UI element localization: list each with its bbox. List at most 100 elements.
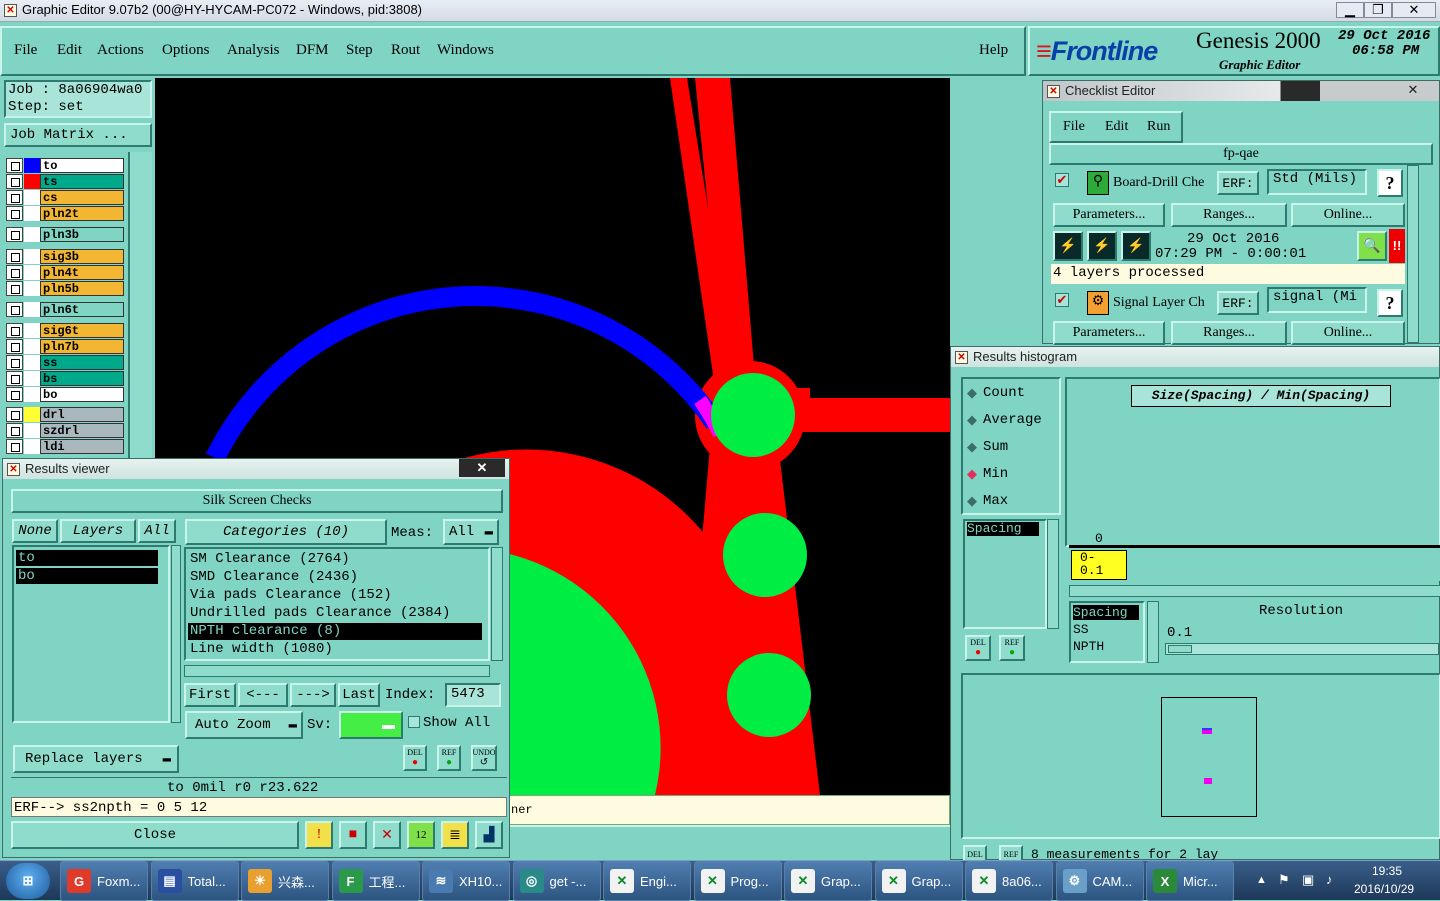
radio-diamond-icon[interactable]: ◆ [967, 412, 977, 428]
layer-checkbox[interactable] [6, 206, 23, 221]
menu-edit[interactable]: Edit [57, 42, 82, 59]
warning-icon[interactable]: ! [305, 821, 333, 849]
prev-button[interactable]: <--- [238, 683, 288, 707]
layer-name[interactable]: pln4t [40, 265, 124, 280]
run-all-icon[interactable]: ⚡ [1087, 231, 1117, 261]
auto-zoom-dropdown[interactable]: Auto Zoom ▬ [185, 711, 303, 739]
result-layer-item[interactable]: bo [16, 568, 158, 584]
layer-scrollbar[interactable] [128, 152, 152, 458]
item2-parameters-button[interactable]: Parameters... [1053, 321, 1165, 345]
radio-diamond-icon[interactable]: ◆ [967, 466, 977, 482]
layer-row[interactable]: pln6t [6, 302, 124, 317]
taskbar-item[interactable]: ✕ 8a06... [965, 861, 1053, 901]
taskbar-item[interactable]: ≋ XH10... [422, 861, 510, 901]
layer-row[interactable]: cs [6, 190, 124, 205]
layer-list-scrollbar[interactable] [171, 545, 181, 723]
layer-name[interactable]: pln6t [40, 302, 124, 317]
number-icon[interactable]: 12 [407, 821, 435, 849]
stop-run-icon[interactable]: ⚡ [1121, 231, 1151, 261]
last-button[interactable]: Last [338, 683, 380, 707]
item1-checkbox[interactable]: ✔ [1055, 173, 1069, 187]
item1-parameters-button[interactable]: Parameters... [1053, 203, 1165, 227]
taskbar-item[interactable]: F 工程... [331, 861, 420, 901]
taskbar-item[interactable]: ✕ Prog... [693, 861, 782, 901]
checklist-scrollbar[interactable] [1407, 165, 1419, 343]
histogram-ref-button[interactable]: REF ● [999, 635, 1025, 661]
item1-ranges-button[interactable]: Ranges... [1171, 203, 1287, 227]
layer-row[interactable]: pln7b [6, 339, 124, 354]
category-item[interactable]: Line width (1080) [188, 641, 482, 658]
del-button[interactable]: DEL ● [403, 745, 427, 771]
layer-row[interactable]: ss [6, 355, 124, 370]
type-item[interactable]: SS [1073, 622, 1089, 637]
layer-name[interactable]: bs [40, 371, 124, 386]
layer-checkbox[interactable] [6, 249, 23, 264]
first-button[interactable]: First [184, 683, 236, 707]
layer-color-swatch[interactable] [24, 439, 40, 454]
taskbar-item[interactable]: ⚙ CAM... [1055, 861, 1144, 901]
aggregate-option[interactable]: ◆ Sum [967, 439, 1057, 457]
category-item[interactable]: SMD Clearance (2436) [188, 569, 482, 586]
result-layer-list[interactable]: to bo [12, 545, 170, 723]
minimize-button[interactable]: ▁ [1336, 2, 1364, 18]
tray-volume-icon[interactable]: ♪ [1326, 872, 1333, 887]
item1-help-button[interactable]: ? [1377, 169, 1403, 197]
stop-icon[interactable]: ■ [339, 821, 367, 849]
item2-help-button[interactable]: ? [1377, 289, 1403, 317]
type-item[interactable]: NPTH [1073, 639, 1104, 654]
checklist-menu-file[interactable]: File [1063, 119, 1085, 135]
layer-checkbox[interactable] [6, 407, 23, 422]
taskbar-item[interactable]: ☀ 兴森... [241, 861, 329, 901]
layer-row[interactable]: ts [6, 174, 124, 189]
item2-erf-button[interactable]: ERF: [1217, 291, 1259, 315]
menu-actions[interactable]: Actions [97, 42, 144, 59]
histogram-icon[interactable]: ▟ [475, 821, 503, 849]
tray-network-icon[interactable]: ▣ [1302, 872, 1314, 888]
footer-del-button[interactable]: DEL [963, 845, 987, 861]
layer-name[interactable]: pln3b [40, 227, 124, 242]
measure-item[interactable]: Spacing [967, 522, 1039, 536]
category-list[interactable]: SM Clearance (2764) SMD Clearance (2436) V… [184, 547, 490, 661]
tray-arrow-icon[interactable]: ▲ [1256, 874, 1267, 886]
clock-date[interactable]: 2016/10/29 [1354, 882, 1414, 896]
taskbar-item[interactable]: X Micr... [1146, 861, 1234, 901]
layer-color-swatch[interactable] [24, 281, 40, 296]
layer-row[interactable]: pln4t [6, 265, 124, 280]
layer-row[interactable]: pln2t [6, 206, 124, 221]
histogram-bin[interactable]: 0- 0.1 [1071, 550, 1127, 580]
report-icon[interactable]: ≣ [441, 821, 469, 849]
item2-checkbox[interactable]: ✔ [1055, 293, 1069, 307]
show-all-checkbox[interactable] [408, 716, 420, 728]
layer-name[interactable]: pln2t [40, 206, 124, 221]
layer-color-swatch[interactable] [24, 302, 40, 317]
category-item[interactable]: SM Clearance (2764) [188, 551, 482, 568]
radio-diamond-icon[interactable]: ◆ [967, 493, 977, 509]
layer-color-swatch[interactable] [24, 158, 40, 173]
layer-name[interactable]: pln7b [40, 339, 124, 354]
layer-name[interactable]: ts [40, 174, 124, 189]
ref-button[interactable]: REF ● [437, 745, 461, 771]
item1-erf-value[interactable]: Std (Mils) [1267, 169, 1367, 195]
taskbar-item[interactable]: ▤ Total... [150, 861, 239, 901]
layer-color-swatch[interactable] [24, 249, 40, 264]
layer-name[interactable]: szdrl [40, 423, 124, 438]
layer-checkbox[interactable] [6, 302, 23, 317]
menu-options[interactable]: Options [162, 42, 210, 59]
layers-button[interactable]: Layers [60, 519, 136, 543]
clock-time[interactable]: 19:35 [1372, 864, 1402, 878]
layer-checkbox[interactable] [6, 387, 23, 402]
result-layer-item[interactable]: to [16, 550, 158, 566]
close-button[interactable]: Close [11, 821, 299, 849]
layer-name[interactable]: sig6t [40, 323, 124, 338]
layer-checkbox[interactable] [6, 174, 23, 189]
next-button[interactable]: ---> [290, 683, 336, 707]
layer-name[interactable]: cs [40, 190, 124, 205]
layer-color-swatch[interactable] [24, 355, 40, 370]
close-window-button[interactable]: ✕ [1392, 2, 1436, 18]
histogram-del-button[interactable]: DEL ● [965, 635, 991, 661]
layer-name[interactable]: bo [40, 387, 124, 402]
menu-windows[interactable]: Windows [437, 42, 494, 59]
radio-diamond-icon[interactable]: ◆ [967, 385, 977, 401]
layer-color-swatch[interactable] [24, 339, 40, 354]
layer-name[interactable]: pln5b [40, 281, 124, 296]
